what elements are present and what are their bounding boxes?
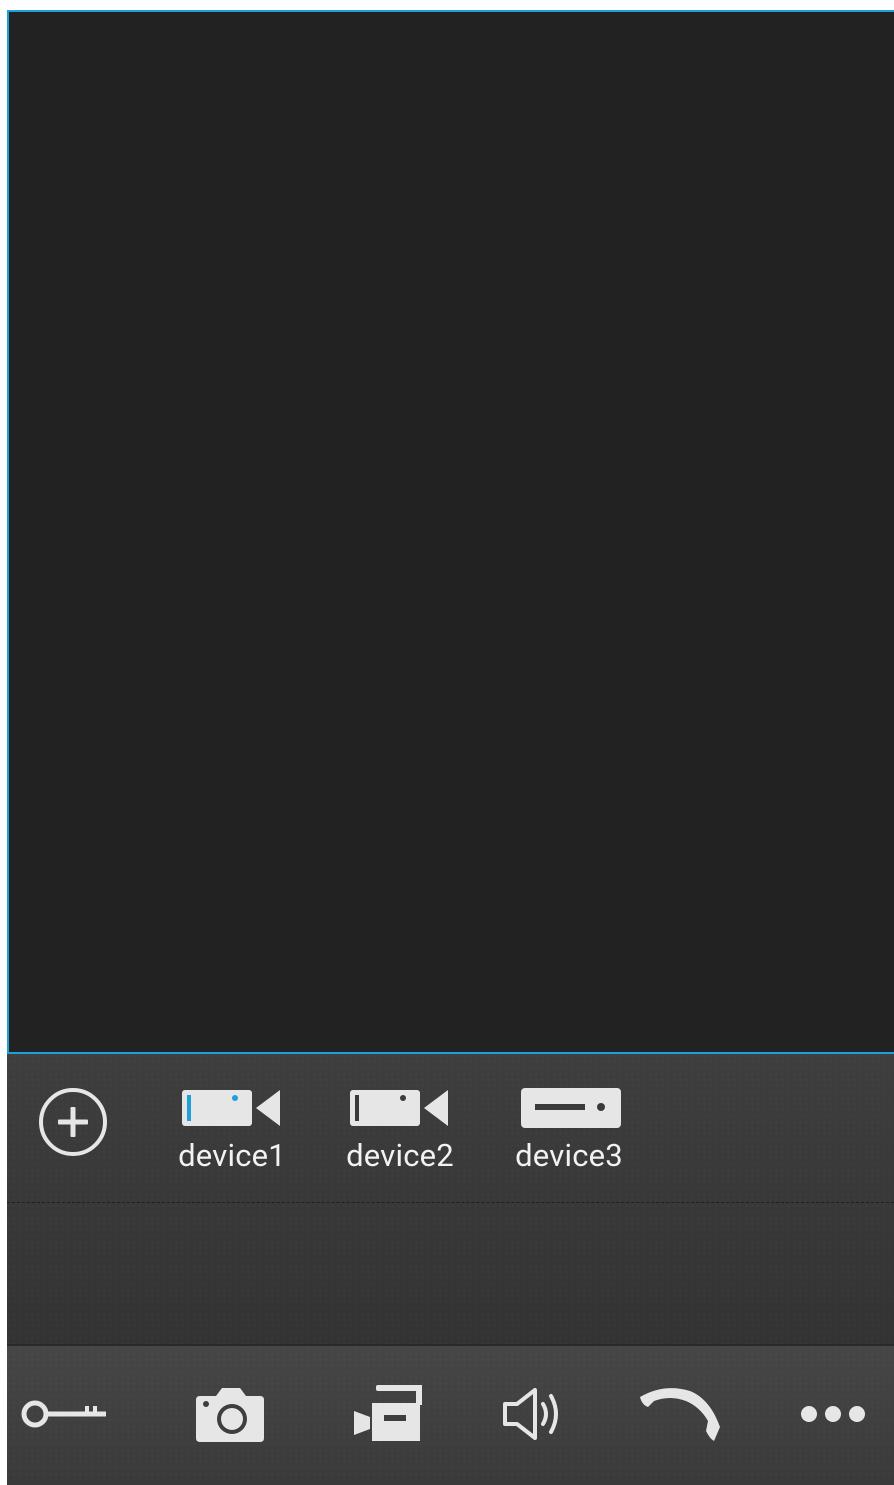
video-record-icon	[354, 1385, 422, 1441]
device-item-device1[interactable]: device1	[167, 1084, 297, 1184]
phone-icon	[640, 1388, 720, 1441]
nvr-icon	[521, 1088, 621, 1128]
camera-icon	[182, 1090, 280, 1126]
device-label: device3	[515, 1137, 623, 1174]
device-label: device2	[346, 1137, 454, 1174]
speaker-icon	[503, 1388, 558, 1440]
camera-icon	[350, 1090, 448, 1126]
bottom-toolbar	[7, 1344, 894, 1485]
device-label: device1	[178, 1137, 286, 1174]
video-view[interactable]	[7, 10, 894, 1054]
audio-button[interactable]	[485, 1374, 585, 1454]
record-button[interactable]	[338, 1374, 438, 1454]
camera-snapshot-icon	[196, 1388, 264, 1442]
device-row: device1 device2 device3	[7, 1054, 894, 1203]
unlock-button[interactable]	[15, 1374, 115, 1454]
more-icon	[801, 1406, 865, 1422]
plus-circle-icon	[39, 1088, 107, 1156]
device-panel: device1 device2 device3	[7, 1054, 894, 1344]
device-item-device2[interactable]: device2	[335, 1084, 465, 1184]
device-row-empty	[7, 1203, 894, 1344]
app-root: device1 device2 device3	[7, 10, 894, 1485]
talk-button[interactable]	[630, 1374, 730, 1454]
key-icon	[21, 1400, 106, 1428]
add-device-button[interactable]	[38, 1087, 108, 1157]
device-item-device3[interactable]: device3	[504, 1084, 634, 1184]
more-button[interactable]	[783, 1374, 883, 1454]
snapshot-button[interactable]	[180, 1374, 280, 1454]
